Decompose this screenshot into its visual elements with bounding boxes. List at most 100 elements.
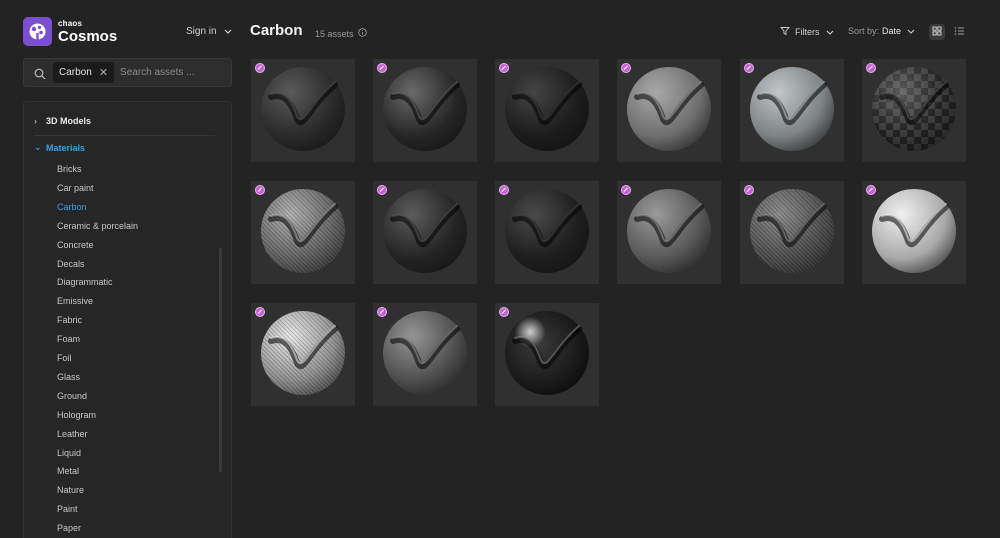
asset-count-label: 15 assets — [315, 28, 354, 39]
groove-highlight — [757, 81, 827, 126]
premium-badge-icon — [255, 185, 265, 195]
sidebar-item-foil[interactable]: Foil — [57, 353, 72, 363]
groove-highlight — [879, 81, 949, 126]
sidebar-item-leather[interactable]: Leather — [57, 429, 88, 439]
chevron-right-icon: › — [34, 116, 37, 126]
grid-icon — [932, 23, 942, 41]
cosmos-logo-icon — [23, 17, 52, 46]
asset-card[interactable] — [617, 59, 721, 162]
tree-item-3d-models[interactable]: › 3D Models — [34, 116, 91, 126]
premium-badge-icon — [621, 185, 631, 195]
premium-badge-icon — [744, 185, 754, 195]
sidebar-item-bricks[interactable]: Bricks — [57, 164, 82, 174]
premium-badge-icon — [377, 63, 387, 73]
asset-card[interactable] — [617, 181, 721, 284]
search-box: Carbon ✕ — [23, 58, 232, 87]
sidebar-item-foam[interactable]: Foam — [57, 334, 80, 344]
sort-dropdown[interactable]: Sort by: Date — [848, 26, 915, 36]
search-input[interactable] — [120, 67, 231, 78]
info-icon[interactable] — [357, 28, 367, 39]
sidebar-item-liquid[interactable]: Liquid — [57, 448, 81, 458]
premium-badge-icon — [377, 185, 387, 195]
asset-card[interactable] — [373, 59, 477, 162]
sidebar-item-car-paint[interactable]: Car paint — [57, 183, 94, 193]
groove-highlight — [634, 203, 704, 248]
premium-badge-icon — [255, 63, 265, 73]
asset-card[interactable] — [251, 303, 355, 406]
asset-card[interactable] — [373, 181, 477, 284]
filters-label: Filters — [795, 27, 820, 37]
groove-highlight — [512, 81, 582, 126]
asset-card[interactable] — [740, 59, 844, 162]
list-view-button[interactable] — [951, 24, 967, 40]
sign-in-button[interactable]: Sign in — [186, 26, 232, 37]
filters-button[interactable]: Filters — [780, 26, 834, 38]
sidebar-item-paper[interactable]: Paper — [57, 523, 81, 533]
list-icon — [954, 23, 965, 41]
sign-in-label: Sign in — [186, 26, 217, 37]
brand-name: Cosmos — [58, 27, 118, 45]
sidebar-item-glass[interactable]: Glass — [57, 372, 80, 382]
asset-card[interactable] — [740, 181, 844, 284]
asset-card[interactable] — [495, 303, 599, 406]
sidebar: chaos Cosmos Sign in Carbon ✕ › 3D Model… — [0, 0, 240, 538]
category-tree: › 3D Models ⌄ Materials Bricks Car paint C… — [23, 101, 232, 538]
sidebar-item-ground[interactable]: Ground — [57, 391, 87, 401]
premium-badge-icon — [866, 185, 876, 195]
active-filter-chip[interactable]: Carbon ✕ — [53, 62, 115, 83]
chevron-down-icon — [224, 26, 232, 37]
sidebar-item-fabric[interactable]: Fabric — [57, 315, 82, 325]
sort-value: Date — [882, 26, 902, 36]
chevron-down-icon — [907, 26, 915, 36]
groove-highlight — [512, 203, 582, 248]
sidebar-item-decals[interactable]: Decals — [57, 259, 85, 269]
tree-item-label: 3D Models — [46, 116, 92, 126]
premium-badge-icon — [499, 63, 509, 73]
groove-highlight — [268, 325, 338, 370]
asset-card[interactable] — [251, 181, 355, 284]
chevron-down-icon — [826, 27, 834, 37]
chevron-down-icon: ⌄ — [34, 142, 42, 152]
premium-badge-icon — [255, 307, 265, 317]
tree-item-label: Materials — [46, 142, 86, 153]
asset-card[interactable] — [862, 181, 966, 284]
asset-card[interactable] — [495, 59, 599, 162]
filter-icon — [780, 26, 790, 38]
grid-view-button[interactable] — [929, 24, 945, 40]
groove-highlight — [268, 81, 338, 126]
premium-badge-icon — [499, 185, 509, 195]
page-title: Carbon — [250, 22, 303, 39]
chip-label: Carbon — [59, 67, 92, 78]
groove-highlight — [634, 81, 704, 126]
close-icon[interactable]: ✕ — [99, 66, 108, 79]
sidebar-item-emissive[interactable]: Emissive — [57, 296, 93, 306]
sidebar-item-metal[interactable]: Metal — [57, 466, 79, 476]
asset-card[interactable] — [495, 181, 599, 284]
asset-card[interactable] — [251, 59, 355, 162]
sidebar-item-ceramic-porcelain[interactable]: Ceramic & porcelain — [57, 221, 138, 231]
groove-highlight — [268, 203, 338, 248]
divider — [34, 135, 215, 136]
premium-badge-icon — [499, 307, 509, 317]
premium-badge-icon — [866, 63, 876, 73]
sidebar-item-paint[interactable]: Paint — [57, 504, 78, 514]
sidebar-item-concrete[interactable]: Concrete — [57, 240, 94, 250]
groove-highlight — [879, 203, 949, 248]
scrollbar[interactable] — [219, 248, 222, 472]
asset-card[interactable] — [373, 303, 477, 406]
asset-card[interactable] — [862, 59, 966, 162]
groove-highlight — [390, 81, 460, 126]
groove-highlight — [390, 203, 460, 248]
sidebar-item-diagrammatic[interactable]: Diagrammatic — [57, 277, 113, 287]
sort-prefix: Sort by: — [848, 26, 880, 36]
brand-logo[interactable]: chaos Cosmos — [23, 17, 117, 46]
search-icon[interactable] — [34, 67, 46, 79]
sidebar-item-nature[interactable]: Nature — [57, 485, 84, 495]
sidebar-item-hologram[interactable]: Hologram — [57, 410, 96, 420]
tree-item-materials[interactable]: ⌄ Materials — [34, 142, 85, 153]
asset-count: 15 assets — [315, 28, 367, 39]
premium-badge-icon — [377, 307, 387, 317]
sidebar-item-carbon[interactable]: Carbon — [57, 202, 87, 212]
premium-badge-icon — [744, 63, 754, 73]
brand-top-label: chaos — [58, 18, 83, 28]
